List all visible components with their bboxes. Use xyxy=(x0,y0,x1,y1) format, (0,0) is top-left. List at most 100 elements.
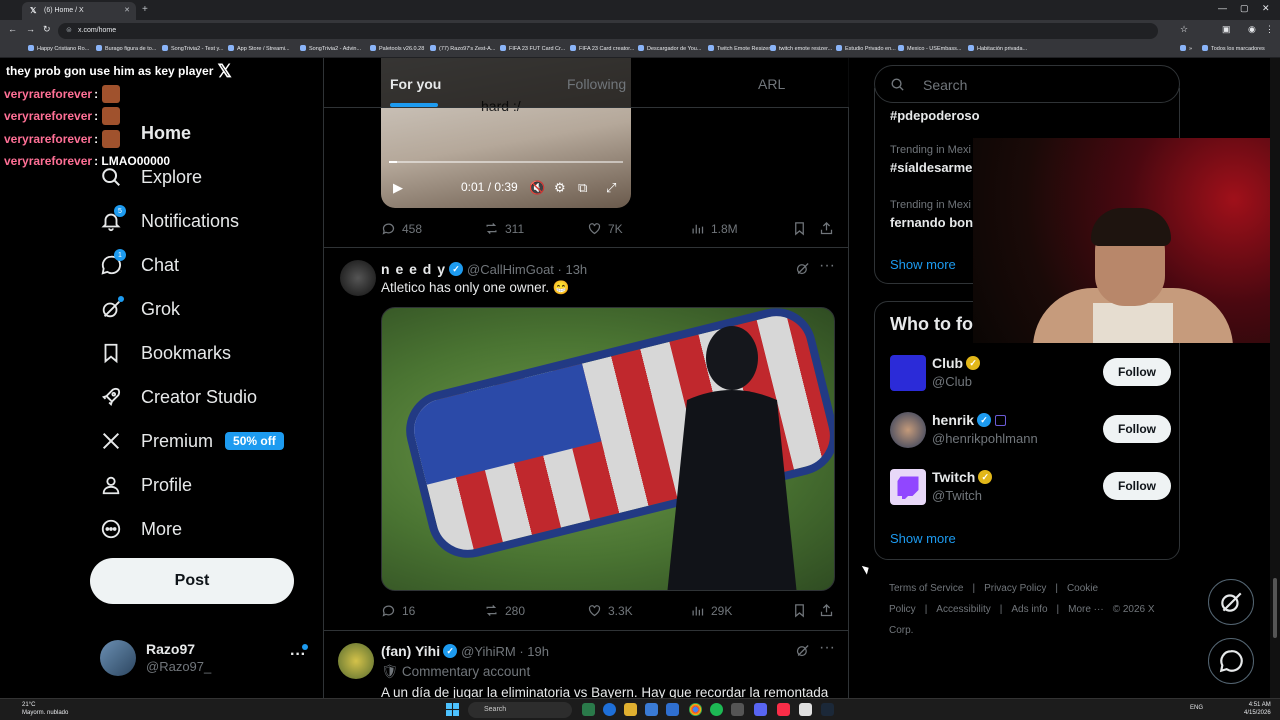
bookmark-item[interactable]: Paletools v26.0.28 xyxy=(370,45,424,52)
bookmark-icon[interactable] xyxy=(792,603,807,618)
reload-icon[interactable]: ↻ xyxy=(43,24,51,35)
tab-arl[interactable]: ARL xyxy=(758,76,785,92)
like-button[interactable]: 7K xyxy=(587,221,623,236)
video-progress[interactable] xyxy=(389,161,623,163)
nav-profile[interactable]: Profile xyxy=(100,472,192,498)
bookmark-icon[interactable] xyxy=(792,221,807,236)
all-bookmarks-folder[interactable]: Todos los marcadores xyxy=(1202,45,1265,52)
bookmark-item[interactable]: Descargador de You... xyxy=(638,45,701,52)
minimize-icon[interactable]: — xyxy=(1218,3,1227,13)
more-options-icon[interactable]: ··· xyxy=(819,257,835,275)
spotify-icon[interactable] xyxy=(710,703,723,716)
nav-more[interactable]: More xyxy=(100,516,182,542)
trend-item[interactable]: #pdepoderoso xyxy=(890,108,980,123)
extensions-icon[interactable]: ▣ xyxy=(1222,24,1231,35)
like-button[interactable]: 3.3K xyxy=(587,603,633,618)
bookmark-item[interactable]: Burago figura de to... xyxy=(96,45,156,52)
bookmark-item[interactable]: SongTrivia2 - Test y... xyxy=(162,45,223,52)
maximize-icon[interactable]: ▢ xyxy=(1240,3,1249,14)
tab-close-icon[interactable]: ✕ xyxy=(124,6,130,14)
nav-premium[interactable]: Premium 50% off xyxy=(100,428,284,454)
footer-link[interactable]: Privacy Policy xyxy=(984,583,1046,594)
grok-icon[interactable] xyxy=(795,643,810,658)
back-icon[interactable]: ← xyxy=(8,24,17,34)
mail-icon[interactable] xyxy=(666,703,679,716)
footer-link[interactable]: Ads info xyxy=(1011,604,1047,615)
steam-icon[interactable] xyxy=(821,703,834,716)
footer-link[interactable]: Terms of Service xyxy=(889,583,963,594)
fullscreen-icon[interactable]: ⤢ xyxy=(606,180,616,196)
repost-button[interactable]: 311 xyxy=(484,221,524,236)
repost-button[interactable]: 280 xyxy=(484,603,525,618)
reply-button[interactable]: 458 xyxy=(381,221,422,236)
close-window-icon[interactable]: ✕ xyxy=(1262,3,1270,14)
nav-grok[interactable]: Grok xyxy=(100,296,180,322)
language-indicator[interactable]: ENG xyxy=(1190,705,1203,711)
mute-icon[interactable]: 🔇 xyxy=(529,180,545,196)
store-icon[interactable] xyxy=(645,703,658,716)
settings-icon[interactable]: ⚙ xyxy=(554,180,566,196)
scrollbar[interactable] xyxy=(1270,58,1280,698)
bookmarks-overflow-icon[interactable]: » xyxy=(1180,45,1192,52)
trend-item[interactable]: fernando bon xyxy=(890,215,973,230)
bookmark-item[interactable]: FIFA 23 Card creator... xyxy=(570,45,634,52)
new-tab-icon[interactable]: + xyxy=(142,4,148,15)
url-field[interactable]: ⊜ x.com/home xyxy=(58,23,1158,39)
nav-creator-studio[interactable]: Creator Studio xyxy=(100,384,257,410)
avatar[interactable] xyxy=(338,643,374,679)
folder-icon[interactable] xyxy=(624,703,637,716)
bookmark-item[interactable]: FIFA 23 FUT Card Cr... xyxy=(500,45,565,52)
follow-suggestion[interactable]: Twitch ✓ @Twitch Follow xyxy=(890,467,1171,507)
footer-link[interactable]: Accessibility xyxy=(936,604,990,615)
bookmark-item[interactable]: Estudio Privado en... xyxy=(836,45,896,52)
play-icon[interactable]: ▶ xyxy=(393,180,403,196)
weather-widget[interactable]: 21°C Mayorm. nublado xyxy=(8,701,68,717)
bookmark-item[interactable]: Twitch Emote Resizer xyxy=(708,45,770,52)
bookmark-item[interactable]: App Store / Streami... xyxy=(228,45,290,52)
bookmark-item[interactable]: Habitación privada... xyxy=(968,45,1027,52)
taskbar-search[interactable]: Search xyxy=(468,702,572,718)
site-info-icon[interactable]: ⊜ xyxy=(66,26,72,34)
avatar[interactable] xyxy=(340,260,376,296)
clock[interactable]: 4:51 AM 4/15/2026 xyxy=(1244,701,1271,717)
edge-icon[interactable] xyxy=(603,703,616,716)
bookmark-item[interactable]: twitch emote resizer... xyxy=(770,45,832,52)
bookmark-item[interactable]: Mexico - USEmbass... xyxy=(898,45,961,52)
reply-button[interactable]: 16 xyxy=(381,603,415,618)
nav-chat[interactable]: 1 Chat xyxy=(100,249,179,278)
follow-suggestion[interactable]: Club ✓ @Club Follow xyxy=(890,353,1171,393)
tab-following[interactable]: Following xyxy=(567,76,626,92)
share-icon[interactable] xyxy=(819,221,834,236)
follow-button[interactable]: Follow xyxy=(1103,415,1171,443)
grok-icon[interactable] xyxy=(795,261,810,276)
account-switcher[interactable]: Razo97 @Razo97_ ··· xyxy=(100,638,310,678)
tweet-author[interactable]: n e e d y ✓ @CallHimGoat · 13h xyxy=(381,261,587,277)
forward-icon[interactable]: → xyxy=(26,24,35,34)
follow-button[interactable]: Follow xyxy=(1103,358,1171,386)
tweet-author[interactable]: (fan) Yihi ✓ @YihiRM · 19h xyxy=(381,643,549,659)
profile-icon[interactable]: ◉ xyxy=(1248,24,1256,35)
trend-item[interactable]: #síaldesarme xyxy=(890,160,972,175)
music-icon[interactable] xyxy=(777,703,790,716)
nav-bookmarks[interactable]: Bookmarks xyxy=(100,340,231,366)
bookmark-item[interactable]: Happy Cristiano Ro... xyxy=(28,45,89,52)
taskbar-app-icon[interactable] xyxy=(799,703,812,716)
discord-icon[interactable] xyxy=(754,703,767,716)
tab-for-you[interactable]: For you xyxy=(390,76,441,92)
pip-icon[interactable]: ⧉ xyxy=(578,180,587,196)
taskbar-app-icon[interactable] xyxy=(731,703,744,716)
more-options-icon[interactable]: ··· xyxy=(819,639,835,657)
star-icon[interactable]: ☆ xyxy=(1180,24,1188,35)
windows-start-icon[interactable] xyxy=(446,703,459,716)
nav-notifications[interactable]: 5 Notifications xyxy=(100,205,239,234)
share-icon[interactable] xyxy=(819,603,834,618)
tweet-image[interactable] xyxy=(381,307,835,591)
views-button[interactable]: 29K xyxy=(690,603,732,618)
views-button[interactable]: 1.8M xyxy=(690,221,738,236)
grok-fab[interactable] xyxy=(1208,579,1254,625)
browser-tab[interactable]: 𝕏 (6) Home / X ✕ xyxy=(22,2,136,20)
bookmark-item[interactable]: (77) Razo97's Zest-A... xyxy=(430,45,495,52)
taskbar-app-icon[interactable] xyxy=(582,703,595,716)
show-more-link[interactable]: Show more xyxy=(890,257,956,272)
chrome-icon[interactable] xyxy=(689,703,702,716)
